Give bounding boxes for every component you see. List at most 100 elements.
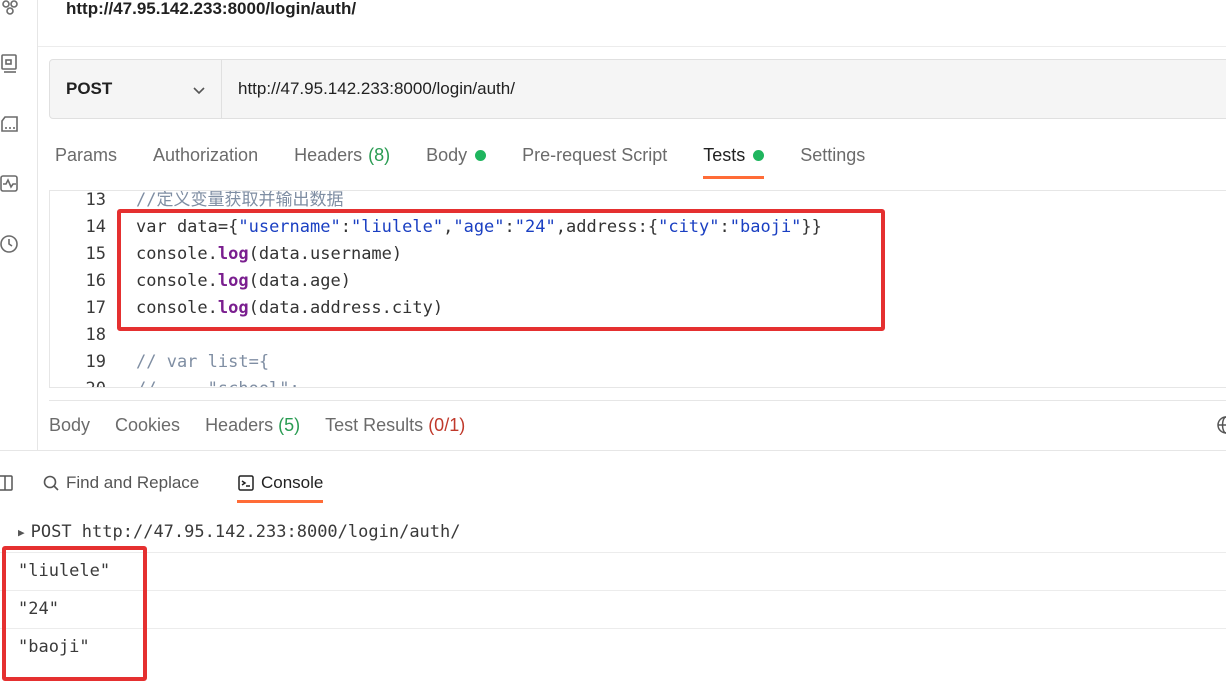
code-token: console. <box>136 244 218 264</box>
response-tab-test-results[interactable]: Test Results (0/1) <box>325 415 465 436</box>
tab-body[interactable]: Body <box>426 140 487 180</box>
line-number: 16 <box>85 271 106 291</box>
code-text: // "school": <box>136 376 300 387</box>
globe-icon[interactable] <box>1206 415 1226 435</box>
code-token: ,address:{ <box>555 217 659 237</box>
find-and-replace-label: Find and Replace <box>66 473 200 492</box>
request-tabs: Params Authorization Headers (8) Body Pre… <box>55 140 901 180</box>
code-text: var data={"username":"liulele","age":"24… <box>136 214 822 241</box>
code-text: console.log(data.username) <box>136 241 402 268</box>
method-label: POST <box>66 79 113 98</box>
response-tab-body[interactable]: Body <box>49 415 90 436</box>
code-string: "baoji" <box>729 217 802 237</box>
expand-triangle-icon[interactable]: ▶ <box>18 526 25 539</box>
code-line-15: 15 console.log(data.username) <box>50 241 1226 268</box>
tab-body-label: Body <box>426 145 468 165</box>
console-tab[interactable]: Console <box>237 473 324 503</box>
bottom-panel-tabs: Find and Replace Console <box>0 450 1226 503</box>
line-number: 15 <box>85 244 106 264</box>
code-text: console.log(data.address.city) <box>136 295 443 322</box>
tab-settings[interactable]: Settings <box>800 140 865 180</box>
code-token: : <box>504 217 515 237</box>
code-line-16: 16 console.log(data.age) <box>50 268 1226 295</box>
code-function: log <box>217 244 249 264</box>
tests-indicator-dot <box>753 150 765 161</box>
code-token: (data.age) <box>248 271 351 291</box>
code-function: log <box>217 271 249 291</box>
code-token: : <box>719 217 730 237</box>
code-line-18: 18 <box>50 322 1226 349</box>
code-string: "age" <box>453 217 505 237</box>
code-line-13: 13 //定义变量获取并输出数据 <box>50 190 1226 214</box>
headers-count: (8) <box>368 145 391 165</box>
console-label: Console <box>261 473 324 492</box>
url-input[interactable]: http://47.95.142.233:8000/login/auth/ <box>222 60 1226 118</box>
code-line-19: 19 // var list={ <box>50 349 1226 376</box>
console-output-row: "24" <box>0 590 1226 628</box>
test-results-count: (0/1) <box>428 415 466 435</box>
response-tab-headers[interactable]: Headers (5) <box>205 415 300 436</box>
tests-code-editor[interactable]: 13 //定义变量获取并输出数据 14 var data={"username"… <box>49 190 1226 388</box>
code-token: (data.username) <box>248 244 403 264</box>
tab-pre-request-script[interactable]: Pre-request Script <box>522 140 667 180</box>
tab-tests[interactable]: Tests <box>703 140 765 180</box>
response-tab-cookies[interactable]: Cookies <box>115 415 180 436</box>
tab-headers[interactable]: Headers (8) <box>294 140 390 180</box>
url-bar: POST http://47.95.142.233:8000/login/aut… <box>49 59 1226 119</box>
search-icon <box>43 475 59 491</box>
line-number: 20 <box>50 376 106 387</box>
request-title[interactable]: http://47.95.142.233:8000/login/auth/ <box>66 0 356 20</box>
find-and-replace-tab[interactable]: Find and Replace <box>42 473 199 503</box>
code-token: var data={ <box>136 217 239 237</box>
code-string: "username" <box>238 217 341 237</box>
history-icon[interactable] <box>0 233 22 255</box>
console-request-entry[interactable]: ▶ POST http://47.95.142.233:8000/login/a… <box>18 522 461 542</box>
response-headers-label: Headers <box>205 415 274 435</box>
mock-servers-icon[interactable] <box>0 113 22 135</box>
sidebar-toggle-icon[interactable] <box>0 473 20 503</box>
response-tabs: Body Cookies Headers (5) Test Results (0… <box>49 400 1226 450</box>
line-number: 14 <box>85 217 106 237</box>
chevron-down-icon <box>191 82 207 98</box>
code-text: // var list={ <box>136 352 270 372</box>
code-string: "liulele" <box>350 217 444 237</box>
collections-icon[interactable] <box>0 0 22 18</box>
test-results-label: Test Results <box>325 415 424 435</box>
code-text: //定义变量获取并输出数据 <box>136 190 344 210</box>
code-token: console. <box>136 298 218 318</box>
tab-params-label: Params <box>55 145 118 165</box>
method-select[interactable]: POST <box>50 60 222 118</box>
code-token: , <box>443 217 454 237</box>
console-output-row: "baoji" <box>0 628 1226 666</box>
tab-tests-label: Tests <box>703 145 746 165</box>
code-token: }} <box>801 217 822 237</box>
line-number: 13 <box>85 190 106 210</box>
line-number: 19 <box>85 352 106 372</box>
environments-icon[interactable] <box>0 52 22 74</box>
console-icon <box>238 475 254 491</box>
response-headers-count: (5) <box>278 415 301 435</box>
code-line-20: 20 // "school": <box>50 376 1226 387</box>
code-token: console. <box>136 271 218 291</box>
code-token: : <box>340 217 351 237</box>
console-request-line: POST http://47.95.142.233:8000/login/aut… <box>30 522 461 542</box>
code-string: "city" <box>658 217 720 237</box>
tab-settings-label: Settings <box>800 145 866 165</box>
tab-params[interactable]: Params <box>55 140 117 180</box>
body-indicator-dot <box>475 150 487 161</box>
code-token: (data.address.city) <box>248 298 444 318</box>
code-text: console.log(data.age) <box>136 268 351 295</box>
code-line-17: 17 console.log(data.address.city) <box>50 295 1226 322</box>
code-line-14: 14 var data={"username":"liulele","age":… <box>50 214 1226 241</box>
line-number: 17 <box>85 298 106 318</box>
code-string: "24" <box>514 217 556 237</box>
tab-pre-request-label: Pre-request Script <box>522 145 668 165</box>
monitors-icon[interactable] <box>0 173 22 195</box>
tab-authorization[interactable]: Authorization <box>153 140 258 180</box>
tab-authorization-label: Authorization <box>153 145 259 165</box>
left-sidebar <box>0 0 38 450</box>
title-divider <box>38 46 1226 47</box>
console-output-row: "liulele" <box>0 552 1226 590</box>
line-number: 18 <box>85 325 106 345</box>
code-function: log <box>217 298 249 318</box>
